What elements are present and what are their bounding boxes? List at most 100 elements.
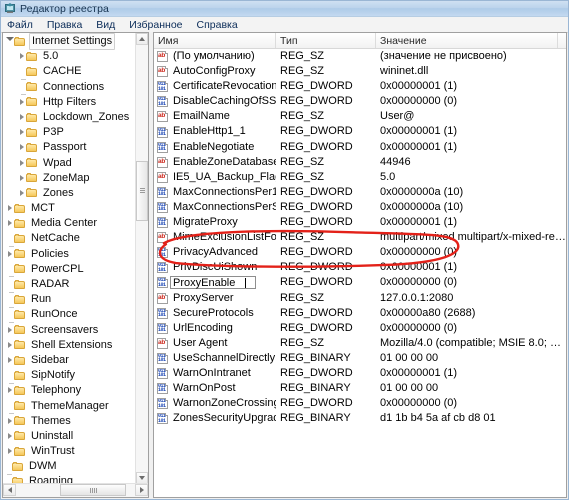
expander-closed-icon[interactable] bbox=[5, 201, 14, 216]
tree-node[interactable]: Shell Extensions bbox=[3, 338, 136, 353]
tree-node[interactable]: DWM bbox=[3, 459, 136, 475]
tree-node[interactable]: Run bbox=[3, 292, 136, 308]
tree-node[interactable]: SipNotify bbox=[3, 368, 136, 384]
table-row[interactable]: 011 101 SecureProtocols REG_DWORD 0x00000a80… bbox=[154, 306, 566, 321]
expander-closed-icon[interactable] bbox=[5, 216, 14, 231]
tree-node[interactable]: Telephony bbox=[3, 383, 136, 398]
menu-favorites[interactable]: Избранное bbox=[129, 19, 190, 31]
table-row[interactable]: ab AutoConfigProxy REG_SZ wininet.dll bbox=[154, 64, 566, 79]
cell-name[interactable]: 011 101 SecureProtocols bbox=[154, 306, 276, 321]
tree-scroll-up-button[interactable] bbox=[136, 33, 148, 45]
cell-name[interactable]: 011 101 WarnOnIntranet bbox=[154, 366, 276, 381]
tree-vertical-scrollbar[interactable] bbox=[135, 33, 148, 484]
expander-closed-icon[interactable] bbox=[17, 140, 26, 155]
table-row[interactable]: 011 101 ZonesSecurityUpgrade REG_BINARY d1 1… bbox=[154, 411, 566, 426]
tree-horizontal-scrollbar[interactable] bbox=[3, 483, 148, 497]
table-row[interactable]: ab IE5_UA_Backup_Flag REG_SZ 5.0 bbox=[154, 170, 566, 185]
expander-closed-icon[interactable] bbox=[5, 383, 14, 398]
cell-name[interactable]: 011 101 UseSchannelDirectly bbox=[154, 351, 276, 366]
tree-node[interactable]: Passport bbox=[3, 140, 136, 155]
cell-name[interactable]: ab AutoConfigProxy bbox=[154, 64, 276, 79]
tree-node[interactable]: Http Filters bbox=[3, 95, 136, 110]
table-row[interactable]: ab EnableZoneDatabase REG_SZ 44946 bbox=[154, 155, 566, 170]
table-row[interactable]: 011 101 PrivDiscUiShown REG_DWORD 0x00000001… bbox=[154, 260, 566, 275]
tree-hscroll-thumb[interactable] bbox=[60, 484, 126, 496]
cell-name[interactable]: ab IE5_UA_Backup_Flag bbox=[154, 170, 276, 185]
cell-name[interactable]: ab MimeExclusionListForCache bbox=[154, 230, 276, 245]
table-row[interactable]: 011 101 PrivacyAdvanced REG_DWORD 0x00000000… bbox=[154, 245, 566, 260]
tree-node[interactable]: P3P bbox=[3, 125, 136, 140]
cell-name[interactable]: ab User Agent bbox=[154, 336, 276, 351]
tree-node[interactable]: Zones bbox=[3, 186, 136, 201]
expander-closed-icon[interactable] bbox=[5, 353, 14, 368]
tree-node[interactable]: Sidebar bbox=[3, 353, 136, 368]
tree-node[interactable]: Uninstall bbox=[3, 429, 136, 444]
tree-node[interactable]: Policies bbox=[3, 247, 136, 262]
column-header-value[interactable]: Значение bbox=[376, 33, 558, 48]
table-row[interactable]: ab EmailName REG_SZ User@ bbox=[154, 109, 566, 124]
table-row[interactable]: ab MimeExclusionListForCache REG_SZ multipa… bbox=[154, 230, 566, 245]
tree-node[interactable]: 5.0 bbox=[3, 49, 136, 64]
rename-value-input[interactable]: ProxyEnable bbox=[170, 276, 256, 290]
expander-closed-icon[interactable] bbox=[5, 444, 14, 459]
tree-node[interactable]: ZoneMap bbox=[3, 171, 136, 186]
expander-open-icon[interactable] bbox=[5, 34, 14, 49]
registry-key-tree[interactable]: Internet Settings 5.0 CACHE Connections Http… bbox=[3, 33, 136, 484]
cell-name[interactable]: 011 101 MigrateProxy bbox=[154, 215, 276, 230]
cell-name[interactable]: ab ProxyServer bbox=[154, 291, 276, 306]
table-row[interactable]: 011 101 MigrateProxy REG_DWORD 0x00000001 (1… bbox=[154, 215, 566, 230]
cell-name[interactable]: 011 101 ProxyEnable bbox=[154, 276, 276, 290]
table-row[interactable]: 011 101 UseSchannelDirectly REG_BINARY 01 00… bbox=[154, 351, 566, 366]
expander-closed-icon[interactable] bbox=[5, 414, 14, 429]
column-header-type[interactable]: Тип bbox=[276, 33, 376, 48]
table-row[interactable]: 011 101 CertificateRevocation REG_DWORD 0x00… bbox=[154, 79, 566, 94]
cell-name[interactable]: ab (По умолчанию) bbox=[154, 49, 276, 64]
tree-node[interactable]: Internet Settings bbox=[3, 33, 136, 51]
expander-closed-icon[interactable] bbox=[17, 186, 26, 201]
tree-node[interactable]: MCT bbox=[3, 201, 136, 216]
tree-scroll-right-button[interactable] bbox=[135, 484, 148, 496]
cell-name[interactable]: 011 101 PrivDiscUiShown bbox=[154, 260, 276, 275]
tree-node[interactable]: NetCache bbox=[3, 231, 136, 248]
cell-name[interactable]: 011 101 EnableHttp1_1 bbox=[154, 124, 276, 139]
tree-node[interactable]: Media Center bbox=[3, 216, 136, 231]
table-row[interactable]: 011 101 WarnOnPost REG_BINARY 01 00 00 00 bbox=[154, 381, 566, 396]
cell-name[interactable]: ab EmailName bbox=[154, 109, 276, 124]
tree-node[interactable]: Lockdown_Zones bbox=[3, 110, 136, 125]
expander-closed-icon[interactable] bbox=[17, 171, 26, 186]
cell-name[interactable]: 011101 DisableCachingOfSSLPages bbox=[154, 94, 276, 109]
cell-name[interactable]: 011 101 ZonesSecurityUpgrade bbox=[154, 411, 276, 426]
tree-node[interactable]: CACHE bbox=[3, 64, 136, 80]
expander-closed-icon[interactable] bbox=[5, 247, 14, 262]
table-row[interactable]: 011 101 EnableHttp1_1 REG_DWORD 0x00000001 (… bbox=[154, 124, 566, 139]
table-row[interactable]: 011 101 WarnOnIntranet REG_DWORD 0x00000001 … bbox=[154, 366, 566, 381]
cell-name[interactable]: 011 101 UrlEncoding bbox=[154, 321, 276, 336]
expander-closed-icon[interactable] bbox=[17, 49, 26, 64]
table-row[interactable]: ab User Agent REG_SZ Mozilla/4.0 (compatibl… bbox=[154, 336, 566, 351]
table-row[interactable]: 011101 MaxConnectionsPer1_0Server REG_DWOR… bbox=[154, 185, 566, 200]
table-row[interactable]: ab (По умолчанию) REG_SZ (значение не присв… bbox=[154, 49, 566, 64]
column-header-name[interactable]: Имя bbox=[154, 33, 276, 48]
expander-closed-icon[interactable] bbox=[5, 338, 14, 353]
table-row[interactable]: 011101 MaxConnectionsPerServer REG_DWORD 0x… bbox=[154, 200, 566, 215]
table-row[interactable]: ab ProxyServer REG_SZ 127.0.0.1:2080 bbox=[154, 291, 566, 306]
table-row[interactable]: 011 101 ProxyEnable REG_DWORD 0x00000000 (0) bbox=[154, 275, 566, 290]
expander-closed-icon[interactable] bbox=[5, 323, 14, 338]
cell-name[interactable]: 011 101 EnableNegotiate bbox=[154, 140, 276, 155]
tree-node[interactable]: RunOnce bbox=[3, 307, 136, 323]
cell-name[interactable]: 011101 MaxConnectionsPerServer bbox=[154, 200, 276, 215]
menu-view[interactable]: Вид bbox=[96, 19, 123, 31]
cell-name[interactable]: 011101 MaxConnectionsPer1_0Server bbox=[154, 185, 276, 200]
table-row[interactable]: 011 101 UrlEncoding REG_DWORD 0x00000000 (0) bbox=[154, 321, 566, 336]
tree-scroll-left-button[interactable] bbox=[3, 484, 16, 496]
registry-values-list[interactable]: ab (По умолчанию) REG_SZ (значение не присв… bbox=[154, 49, 566, 426]
tree-scroll-thumb[interactable] bbox=[136, 161, 148, 221]
tree-node[interactable]: PowerCPL bbox=[3, 262, 136, 278]
tree-node[interactable]: Themes bbox=[3, 414, 136, 429]
expander-closed-icon[interactable] bbox=[17, 125, 26, 140]
tree-node[interactable]: RADAR bbox=[3, 277, 136, 293]
menu-edit[interactable]: Правка bbox=[47, 19, 90, 31]
cell-name[interactable]: 011 101 WarnOnPost bbox=[154, 381, 276, 396]
tree-node[interactable]: Connections bbox=[3, 80, 136, 96]
tree-node[interactable]: Screensavers bbox=[3, 323, 136, 338]
